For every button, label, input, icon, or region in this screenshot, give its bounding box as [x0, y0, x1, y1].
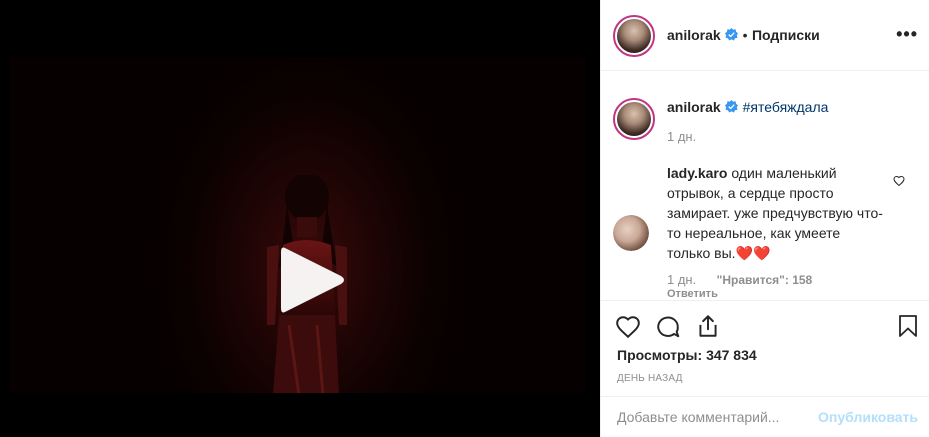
caption-line: anilorak #ятебяждала	[667, 97, 828, 117]
media-panel	[0, 0, 600, 437]
comment-time[interactable]: 1 дн.	[667, 272, 696, 287]
caption-avatar[interactable]	[613, 98, 655, 140]
add-comment-bar: Опубликовать	[601, 396, 929, 437]
views-count[interactable]: Просмотры: 347 834	[617, 347, 757, 363]
verified-badge-icon	[725, 100, 739, 113]
header-username[interactable]: anilorak	[667, 27, 721, 43]
caption-time[interactable]: 1 дн.	[667, 129, 696, 144]
avatar[interactable]	[613, 15, 655, 57]
post-header: anilorak • Подписки •••	[601, 0, 929, 71]
comment-likes[interactable]: "Нравится": 158	[717, 273, 813, 287]
post-page: anilorak • Подписки ••• anilorak #ятебяж…	[0, 0, 929, 437]
verified-badge-icon	[725, 28, 739, 41]
header-userline: anilorak • Подписки	[667, 27, 820, 45]
post-date[interactable]: ДЕНЬ НАЗАД	[617, 373, 683, 384]
reply-button[interactable]: Ответить	[667, 288, 718, 299]
comment-heart-icon[interactable]	[893, 175, 905, 187]
video-player[interactable]	[9, 57, 586, 393]
share-icon[interactable]	[695, 313, 721, 339]
comment-icon[interactable]	[655, 314, 681, 340]
action-bar	[601, 300, 929, 339]
heart-icon[interactable]	[615, 314, 641, 340]
play-icon[interactable]	[271, 240, 351, 320]
more-options-icon[interactable]: •••	[896, 24, 918, 45]
comment-meta: 1 дн. "Нравится": 158	[667, 271, 812, 289]
views-label: Просмотры:	[617, 347, 703, 363]
comment-input[interactable]	[617, 409, 817, 425]
following-button[interactable]: Подписки	[752, 27, 820, 43]
caption-username[interactable]: anilorak	[667, 99, 721, 115]
comment-username[interactable]: lady.karo	[667, 165, 727, 181]
post-sidebar: anilorak • Подписки ••• anilorak #ятебяж…	[600, 0, 929, 437]
header-separator: •	[742, 27, 748, 43]
comment-avatar[interactable]	[613, 215, 649, 251]
views-value: 347 834	[706, 347, 757, 363]
bookmark-icon[interactable]	[896, 313, 920, 339]
caption-hashtag[interactable]: #ятебяждала	[743, 99, 829, 115]
publish-button[interactable]: Опубликовать	[818, 409, 918, 425]
comments-list[interactable]: anilorak #ятебяждала 1 дн. lady.karo оди…	[601, 72, 929, 299]
comment-body: lady.karo один маленький отрывок, а серд…	[667, 163, 887, 263]
